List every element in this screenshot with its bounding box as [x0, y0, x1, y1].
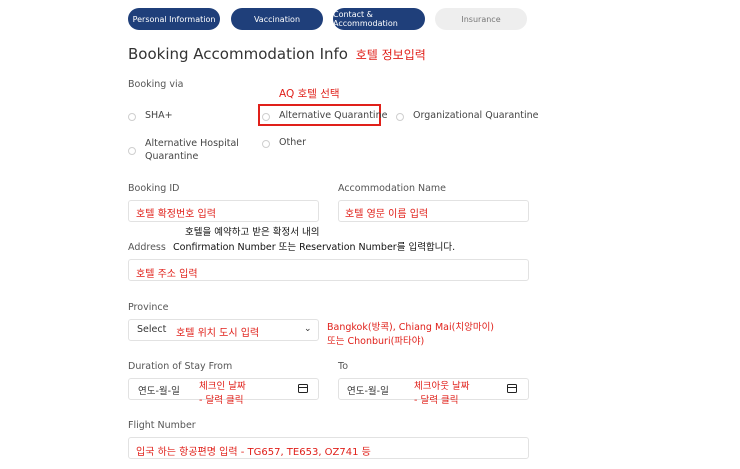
aq-annotation: AQ 호텔 선택	[279, 88, 340, 100]
radio-circle-icon	[262, 113, 270, 121]
duration-to-label: To	[338, 361, 349, 372]
flight-number-label: Flight Number	[128, 420, 196, 431]
duration-to-placeholder: 연도-월-일	[347, 386, 389, 397]
radio-circle-icon	[262, 140, 270, 148]
address-note: 호텔 주소 입력	[136, 269, 198, 280]
duration-from-placeholder: 연도-월-일	[138, 386, 180, 397]
radio-alternative-quarantine[interactable]: Alternative Quarantine	[262, 110, 387, 121]
confirmation-note: 호텔을 예약하고 받은 확정서 내의 Confirmation Number 또…	[173, 227, 456, 253]
flight-number-note: 입국 하는 항공편명 입력 - TG657, TE653, OZ741 등	[136, 447, 371, 458]
step-vaccination[interactable]: Vaccination	[231, 8, 323, 30]
accommodation-name-label: Accommodation Name	[338, 183, 447, 194]
radio-alternative-hospital-quarantine[interactable]: Alternative Hospital Quarantine	[128, 137, 245, 163]
title-annotation: 호텔 정보입력	[355, 48, 426, 62]
radio-circle-icon	[396, 113, 404, 121]
checkin-note: 체크인 날짜 - 달력 클릭	[199, 381, 246, 406]
booking-id-note: 호텔 확정번호 입력	[136, 209, 216, 220]
calendar-icon[interactable]	[507, 384, 517, 393]
radio-sha-plus[interactable]: SHA+	[128, 110, 173, 121]
province-label: Province	[128, 302, 169, 313]
address-label: Address	[128, 242, 166, 253]
page-title: Booking Accommodation Info 호텔 정보입력	[128, 45, 426, 63]
radio-circle-icon	[128, 147, 136, 155]
radio-organizational-quarantine[interactable]: Organizational Quarantine	[396, 110, 539, 121]
province-note: 호텔 위치 도시 입력	[176, 328, 260, 339]
accommodation-name-note: 호텔 영문 이름 입력	[345, 209, 429, 220]
step-contact-accommodation[interactable]: Contact & Accommodation	[333, 8, 425, 30]
calendar-icon[interactable]	[298, 384, 308, 393]
booking-via-label: Booking via	[128, 79, 184, 90]
booking-id-label: Booking ID	[128, 183, 180, 194]
chevron-down-icon: ⌄	[304, 324, 312, 334]
checkout-note: 체크아웃 날짜 - 달력 클릭	[414, 381, 470, 406]
step-insurance[interactable]: Insurance	[435, 8, 527, 30]
province-selected-value: Select	[137, 324, 167, 335]
radio-other[interactable]: Other	[262, 137, 306, 148]
province-side-note: Bangkok(방콕), Chiang Mai(치앙마이) 또는 Chonbur…	[327, 322, 495, 347]
radio-circle-icon	[128, 113, 136, 121]
step-personal-information[interactable]: Personal Information	[128, 8, 220, 30]
duration-from-label: Duration of Stay From	[128, 361, 233, 372]
